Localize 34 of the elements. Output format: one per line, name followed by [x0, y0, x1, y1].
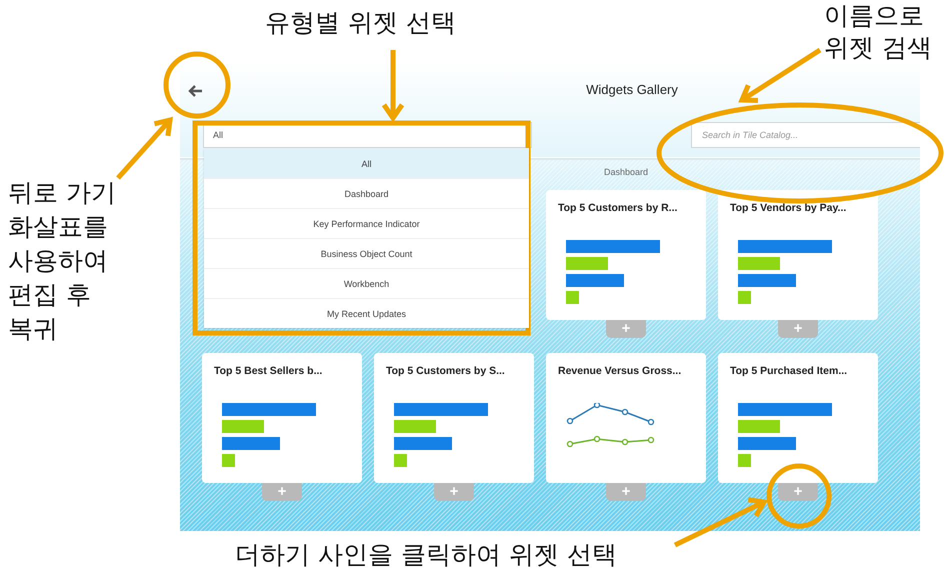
widget-card[interactable]: Top 5 Vendors by Pay... [718, 190, 878, 320]
dropdown-option[interactable]: All [204, 148, 529, 178]
section-label: Dashboard [604, 166, 648, 179]
annotation-text: 편집 후 [8, 279, 92, 311]
highlight-circle [766, 464, 832, 528]
annotation-text: 사용하여 [8, 245, 109, 277]
dropdown-option[interactable]: Business Object Count [204, 238, 529, 268]
widget-title: Top 5 Customers by R... [558, 202, 678, 214]
dropdown-option[interactable]: Dashboard [204, 178, 529, 208]
widget-card[interactable]: Top 5 Purchased Item... [718, 353, 878, 483]
dropdown-option[interactable]: My Recent Updates [204, 298, 529, 328]
widget-title: Top 5 Vendors by Pay... [730, 202, 848, 214]
annotation-text: 복귀 [8, 313, 59, 345]
dropdown-option[interactable]: Workbench [204, 268, 529, 298]
dropdown-option[interactable]: Key Performance Indicator [204, 208, 529, 238]
back-arrow-icon[interactable] [188, 84, 204, 98]
widget-title: Top 5 Customers by S... [386, 365, 506, 377]
widget-card[interactable]: Revenue Versus Gross... [546, 353, 706, 483]
widget-card[interactable]: Top 5 Customers by S... [374, 353, 534, 483]
callout-arrow [116, 116, 173, 180]
annotation-text: 화살표를 [8, 211, 109, 243]
widget-title: Revenue Versus Gross... [558, 365, 682, 377]
widget-title: Top 5 Purchased Item... [730, 365, 848, 377]
highlight-circle [164, 52, 230, 118]
widget-card[interactable]: Top 5 Customers by R... [546, 190, 706, 320]
annotation-text: 뒤로 가기 [8, 177, 116, 209]
annotation-text: 이름으로 [824, 0, 925, 32]
annotation-text: 위젯 검색 [824, 32, 932, 64]
annotation-text: 더하기 사인을 클릭하여 위젯 선택 [235, 539, 617, 571]
widget-card[interactable]: Top 5 Best Sellers b... [202, 353, 362, 483]
search-field[interactable]: Search in Tile Catalog... [691, 122, 920, 148]
widget-title: Top 5 Best Sellers b... [214, 365, 324, 377]
annotation-text: 유형별 위젯 선택 [265, 7, 456, 39]
window-title: Widgets Gallery [585, 82, 679, 96]
